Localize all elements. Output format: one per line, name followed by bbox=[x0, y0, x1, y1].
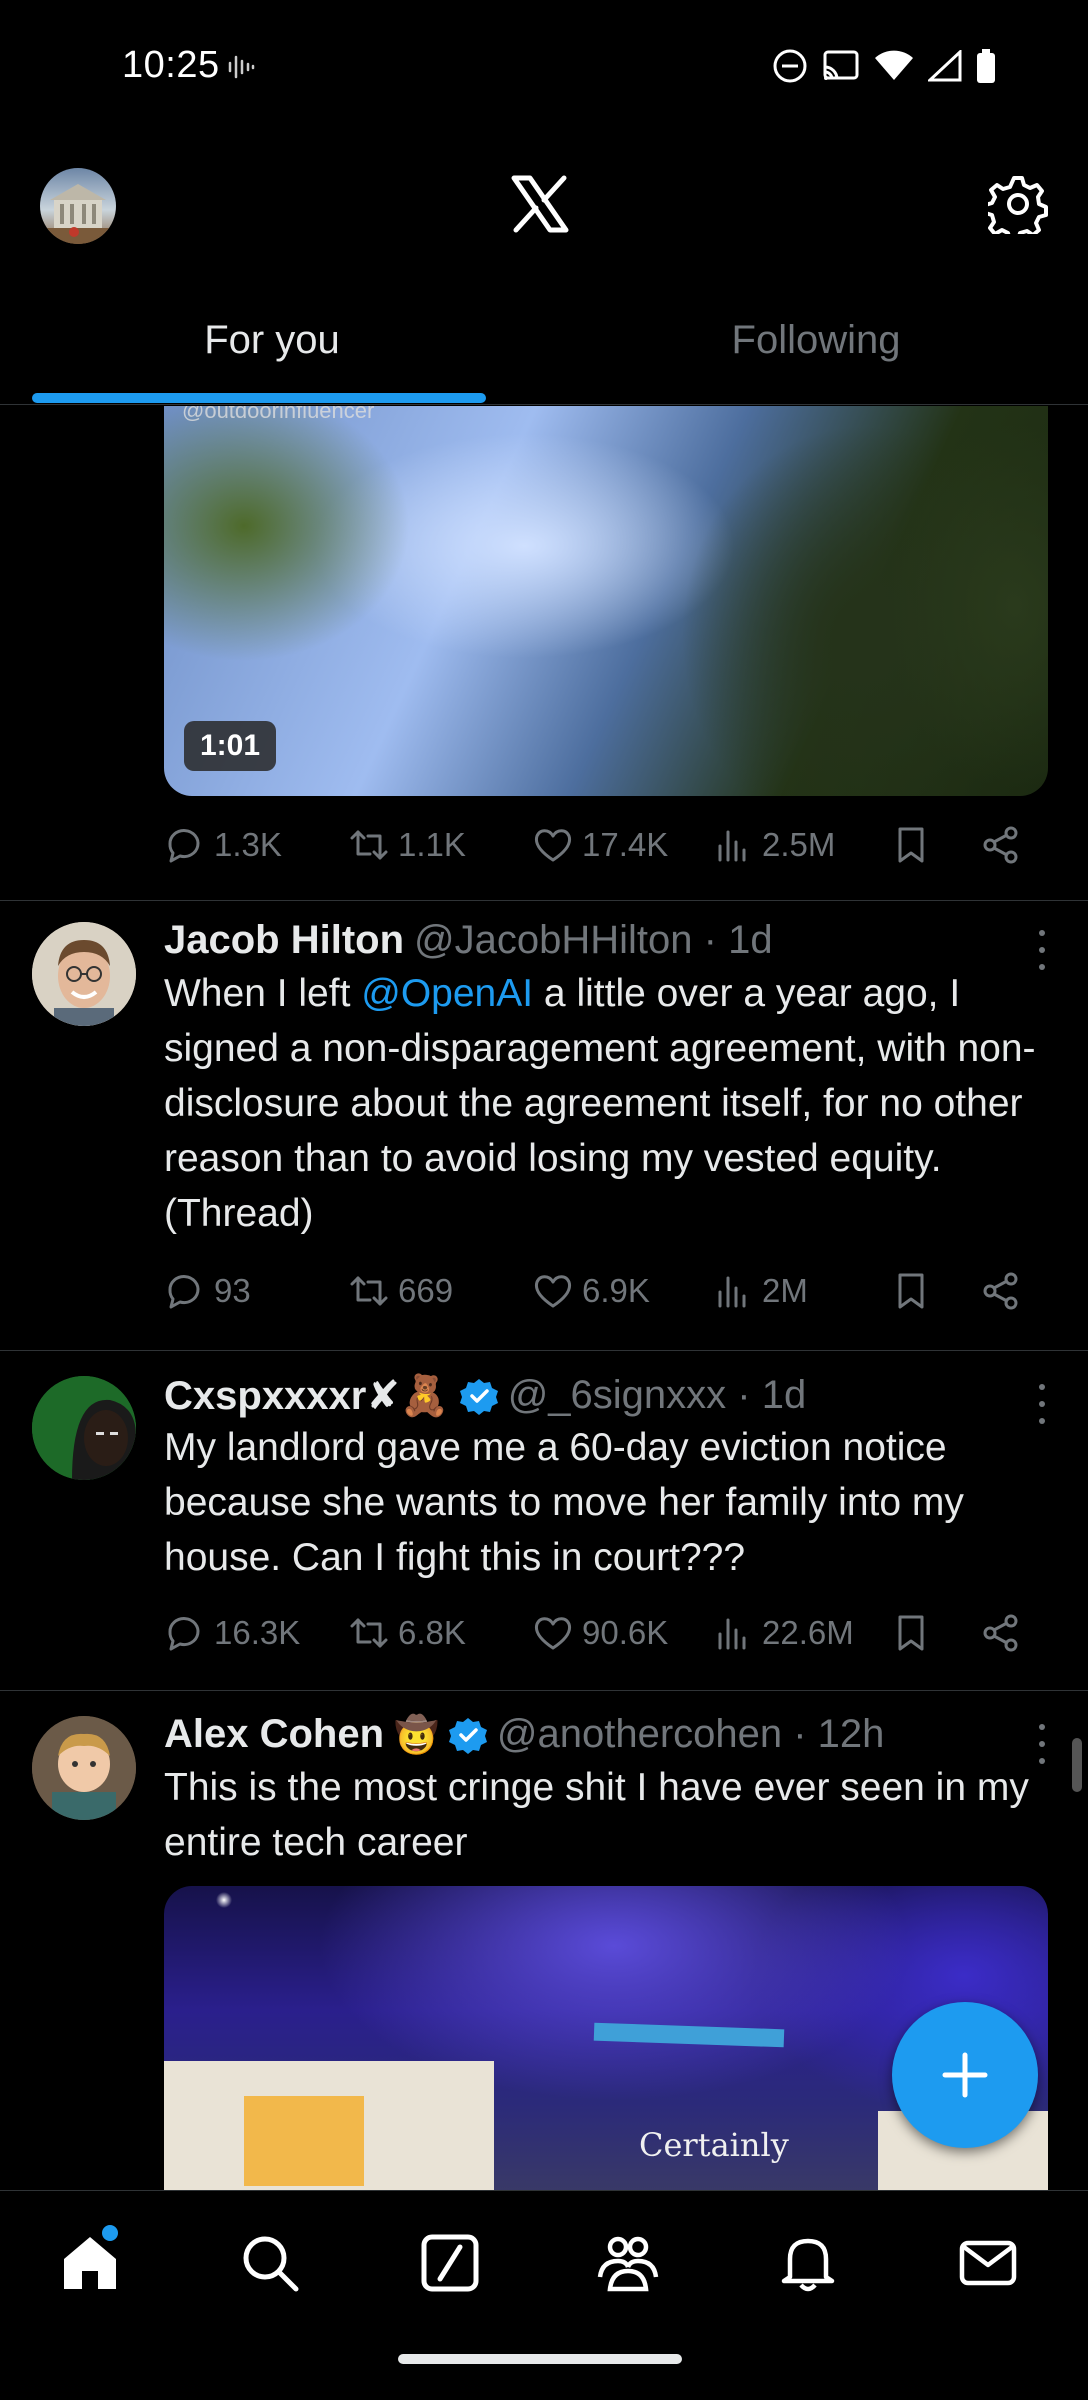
repost-button[interactable]: 1.1K bbox=[348, 824, 466, 866]
tweet-actions: 93 669 6.9K 2M bbox=[164, 1270, 1044, 1330]
reply-button[interactable]: 1.3K bbox=[164, 824, 282, 866]
battery-icon bbox=[977, 49, 995, 83]
video-watermark: @outdoorinfluencer bbox=[182, 406, 375, 423]
author-name[interactable]: Jacob Hilton bbox=[164, 918, 404, 963]
scrollbar-thumb[interactable] bbox=[1072, 1738, 1082, 1792]
verified-badge-icon bbox=[448, 1717, 487, 1754]
repost-button[interactable]: 6.8K bbox=[348, 1612, 466, 1654]
grok-icon[interactable] bbox=[418, 2231, 482, 2295]
status-bar: 10:25 bbox=[0, 0, 1088, 140]
x-logo-icon[interactable] bbox=[510, 174, 570, 234]
tweet-cxspxxxxr[interactable]: Cxspxxxxr✘🧸 @_6signxxx · 1d My landlord … bbox=[0, 1350, 1088, 1690]
reply-button[interactable]: 16.3K bbox=[164, 1612, 300, 1654]
tab-following[interactable]: Following bbox=[544, 300, 1088, 404]
share-icon bbox=[983, 1272, 1018, 1310]
plus-icon bbox=[942, 2052, 988, 2098]
avatar[interactable] bbox=[32, 922, 136, 1026]
bookmark-button[interactable] bbox=[890, 824, 932, 866]
wifi-icon bbox=[875, 50, 913, 80]
messages-icon[interactable] bbox=[956, 2231, 1020, 2295]
author-handle[interactable]: @anothercohen · 12h bbox=[497, 1712, 885, 1757]
video-thumbnail[interactable]: @outdoorinfluencer 1:01 bbox=[164, 406, 1048, 796]
like-button[interactable]: 6.9K bbox=[532, 1270, 650, 1312]
tweet-text: When I left @OpenAI a little over a year… bbox=[164, 972, 1036, 1235]
reply-icon bbox=[168, 1275, 200, 1309]
views-icon bbox=[718, 1276, 746, 1308]
share-button[interactable] bbox=[980, 824, 1022, 866]
communities-icon[interactable] bbox=[596, 2231, 660, 2295]
stage-screen bbox=[593, 2022, 785, 2048]
views-icon bbox=[718, 830, 746, 862]
reply-button[interactable]: 93 bbox=[164, 1270, 251, 1312]
stage-set-block bbox=[244, 2096, 364, 2186]
gear-icon[interactable] bbox=[988, 174, 1048, 234]
views-button[interactable]: 22.6M bbox=[712, 1612, 854, 1654]
more-options-icon[interactable] bbox=[1036, 930, 1048, 970]
system-home-indicator[interactable] bbox=[398, 2354, 682, 2364]
bookmark-button[interactable] bbox=[890, 1270, 932, 1312]
bookmark-icon bbox=[898, 1615, 924, 1651]
video-duration-badge: 1:01 bbox=[184, 721, 277, 771]
tab-for-you[interactable]: For you bbox=[0, 300, 544, 404]
author-handle[interactable]: @_6signxxx · 1d bbox=[508, 1373, 807, 1418]
like-button[interactable]: 90.6K bbox=[532, 1612, 668, 1654]
share-button[interactable] bbox=[980, 1612, 1022, 1654]
app-header bbox=[0, 160, 1088, 290]
active-tab-indicator bbox=[32, 393, 486, 403]
compose-button[interactable] bbox=[892, 2002, 1038, 2148]
home-notification-dot bbox=[102, 2225, 118, 2241]
author-name[interactable]: Cxspxxxxr✘🧸 bbox=[164, 1372, 450, 1419]
status-time: 10:25 bbox=[122, 44, 220, 86]
views-button[interactable]: 2M bbox=[712, 1270, 808, 1312]
share-icon bbox=[983, 1614, 1018, 1652]
more-options-icon[interactable] bbox=[1036, 1724, 1048, 1764]
profile-avatar[interactable] bbox=[40, 168, 116, 244]
cast-icon bbox=[823, 50, 859, 80]
avatar[interactable] bbox=[32, 1716, 136, 1820]
views-icon bbox=[718, 1618, 746, 1650]
tweet-text: My landlord gave me a 60-day eviction no… bbox=[164, 1426, 964, 1579]
repost-button[interactable]: 669 bbox=[348, 1270, 453, 1312]
reply-icon bbox=[168, 829, 200, 863]
do-not-disturb-icon bbox=[773, 49, 807, 83]
cowboy-emoji: 🤠 bbox=[394, 1713, 439, 1755]
reply-icon bbox=[168, 1617, 200, 1651]
avatar[interactable] bbox=[32, 1376, 136, 1480]
signal-icon bbox=[928, 50, 962, 82]
search-icon[interactable] bbox=[238, 2231, 302, 2295]
repost-icon bbox=[350, 1618, 388, 1648]
verified-badge-icon bbox=[459, 1378, 498, 1415]
bottom-navigation bbox=[0, 2190, 1088, 2340]
tweet-text: This is the most cringe shit I have ever… bbox=[164, 1766, 1029, 1864]
repost-icon bbox=[350, 1276, 388, 1306]
author-handle[interactable]: @JacobHHilton · 1d bbox=[414, 918, 773, 963]
heart-icon bbox=[534, 1617, 572, 1650]
bookmark-button[interactable] bbox=[890, 1612, 932, 1654]
notifications-icon[interactable] bbox=[776, 2231, 840, 2295]
bookmark-icon bbox=[898, 1273, 924, 1309]
share-button[interactable] bbox=[980, 1270, 1022, 1312]
tweet-actions: 16.3K 6.8K 90.6K 22.6M bbox=[164, 1612, 1044, 1672]
views-button[interactable]: 2.5M bbox=[712, 824, 835, 866]
tweet-actions: 1.3K 1.1K 17.4K 2.5M bbox=[164, 824, 1044, 884]
share-icon bbox=[983, 826, 1018, 864]
sound-wave-icon bbox=[228, 55, 255, 79]
feed-tabs: For you Following bbox=[0, 300, 1088, 405]
heart-icon bbox=[534, 829, 572, 862]
mention-link[interactable]: @OpenAI bbox=[361, 972, 533, 1015]
repost-icon bbox=[350, 830, 388, 860]
video-caption: Certainly bbox=[639, 2126, 789, 2164]
more-options-icon[interactable] bbox=[1036, 1384, 1048, 1424]
bookmark-icon bbox=[898, 827, 924, 863]
timeline-feed[interactable]: @outdoorinfluencer 1:01 1.3K 1.1K 17.4K … bbox=[0, 406, 1088, 2190]
like-button[interactable]: 17.4K bbox=[532, 824, 668, 866]
heart-icon bbox=[534, 1275, 572, 1308]
author-name[interactable]: Alex Cohen bbox=[164, 1712, 384, 1757]
